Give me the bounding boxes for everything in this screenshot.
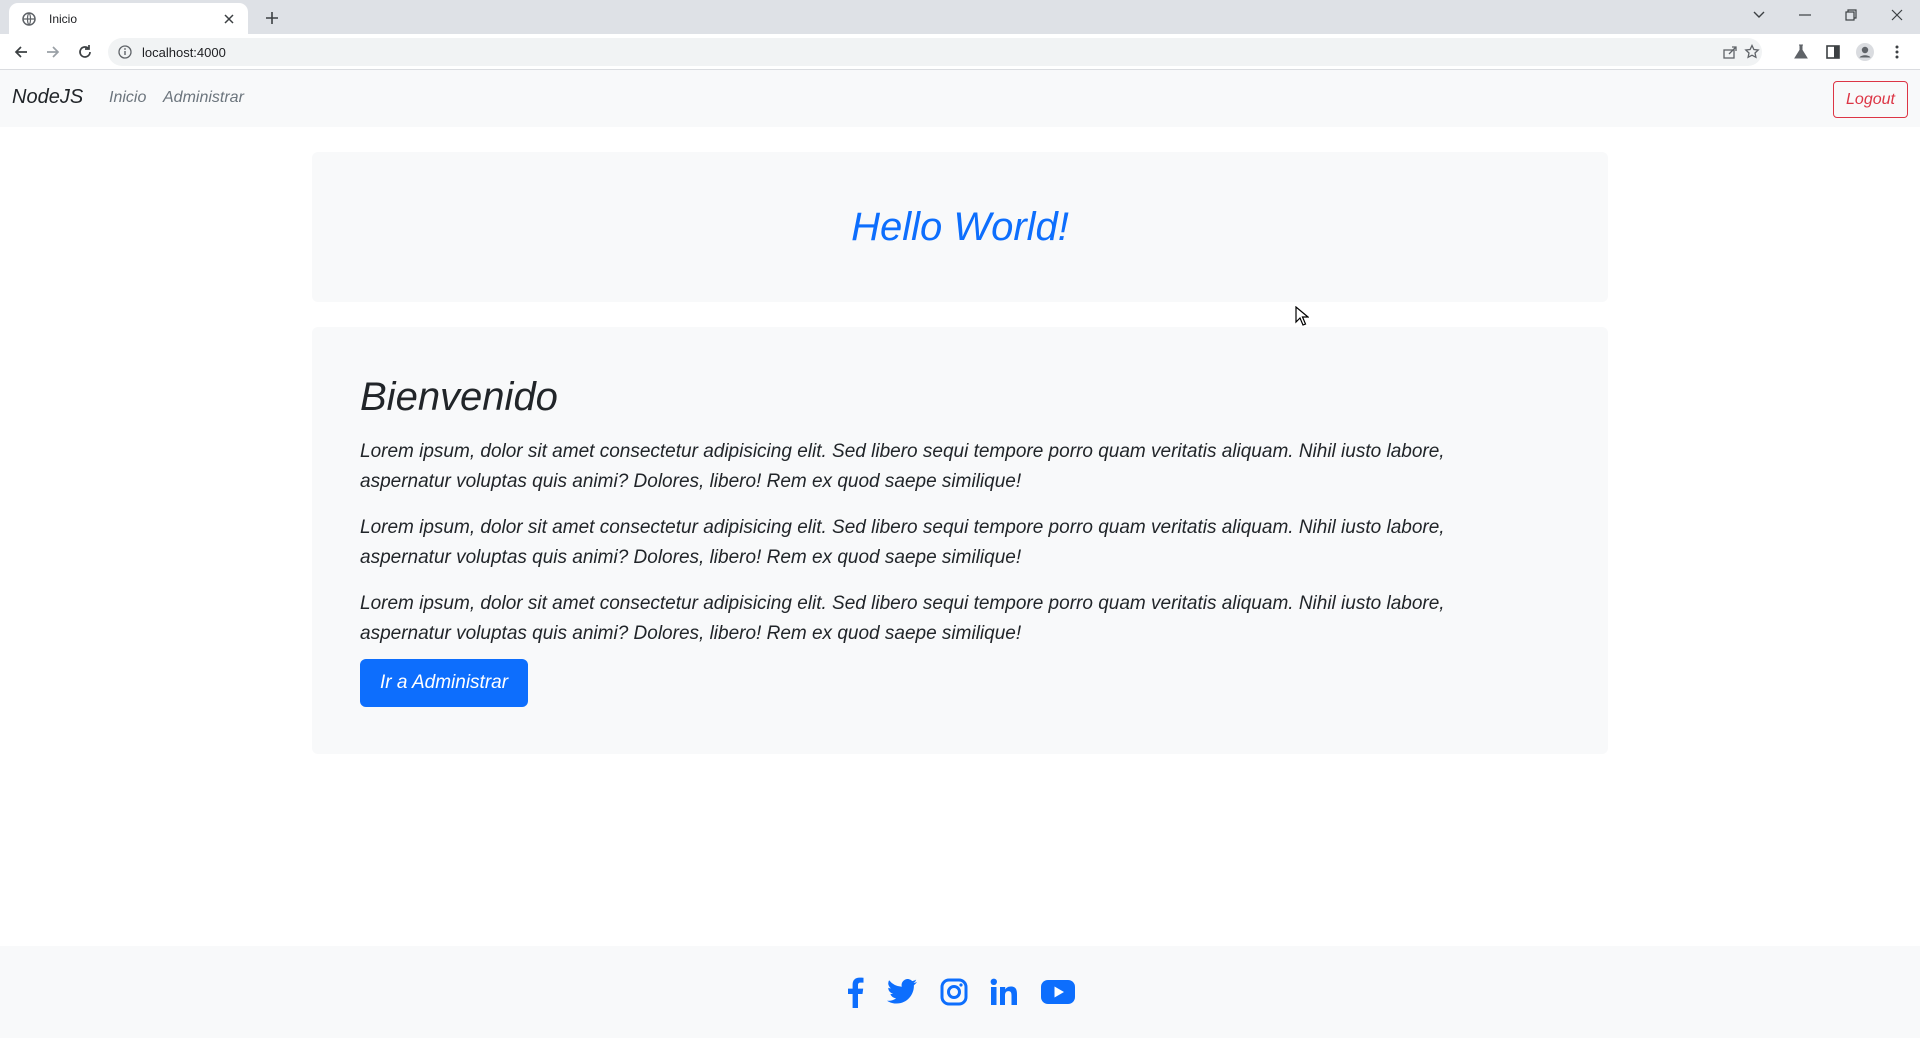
- twitter-icon[interactable]: [886, 976, 918, 1008]
- page: NodeJS Inicio Administrar Logout Hello W…: [0, 70, 1920, 1038]
- browser-tabstrip: Inicio: [0, 0, 1920, 34]
- go-to-admin-button[interactable]: Ir a Administrar: [360, 659, 528, 707]
- instagram-icon[interactable]: [939, 976, 969, 1008]
- navbar-brand[interactable]: NodeJS: [12, 86, 83, 109]
- minimize-icon[interactable]: [1782, 0, 1828, 30]
- youtube-icon[interactable]: [1040, 976, 1076, 1008]
- paragraph-3: Lorem ipsum, dolor sit amet consectetur …: [360, 593, 1445, 644]
- logout-button[interactable]: Logout: [1833, 81, 1908, 118]
- profile-icon[interactable]: [1852, 39, 1878, 65]
- tab-title: Inicio: [49, 11, 78, 26]
- facebook-icon[interactable]: [843, 976, 867, 1008]
- globe-icon: [21, 11, 37, 27]
- footer: [0, 946, 1920, 1038]
- hero-banner: Hello World!: [312, 152, 1608, 302]
- plus-icon[interactable]: [260, 6, 284, 30]
- info-icon[interactable]: [118, 45, 132, 59]
- welcome-heading: Bienvenido: [360, 375, 558, 419]
- url-text: localhost:4000: [142, 45, 226, 60]
- reload-icon[interactable]: [72, 39, 98, 65]
- paragraph-1: Lorem ipsum, dolor sit amet consectetur …: [360, 441, 1445, 492]
- window-close-icon[interactable]: [1874, 0, 1920, 30]
- browser-tab[interactable]: Inicio: [9, 3, 248, 34]
- browser-toolbar: localhost:4000: [0, 34, 1920, 70]
- share-icon[interactable]: [1720, 43, 1740, 61]
- kebab-menu-icon[interactable]: [1884, 39, 1910, 65]
- flask-icon[interactable]: [1788, 39, 1814, 65]
- welcome-card: Bienvenido Lorem ipsum, dolor sit amet c…: [312, 327, 1608, 754]
- mouse-cursor-icon: [1295, 305, 1310, 331]
- linkedin-icon[interactable]: [989, 976, 1019, 1008]
- nav-link-administrar[interactable]: Administrar: [163, 89, 244, 107]
- close-icon[interactable]: [220, 10, 238, 28]
- address-bar[interactable]: localhost:4000: [108, 38, 1762, 66]
- star-icon[interactable]: [1742, 43, 1762, 61]
- paragraph-2: Lorem ipsum, dolor sit amet consectetur …: [360, 517, 1445, 568]
- restore-icon[interactable]: [1828, 0, 1874, 30]
- side-panel-icon[interactable]: [1820, 39, 1846, 65]
- chevron-down-icon[interactable]: [1736, 0, 1782, 30]
- forward-icon[interactable]: [40, 39, 66, 65]
- back-icon[interactable]: [8, 39, 34, 65]
- navbar: NodeJS Inicio Administrar Logout: [0, 70, 1920, 127]
- hero-title: Hello World!: [851, 204, 1069, 249]
- nav-link-inicio[interactable]: Inicio: [109, 89, 146, 107]
